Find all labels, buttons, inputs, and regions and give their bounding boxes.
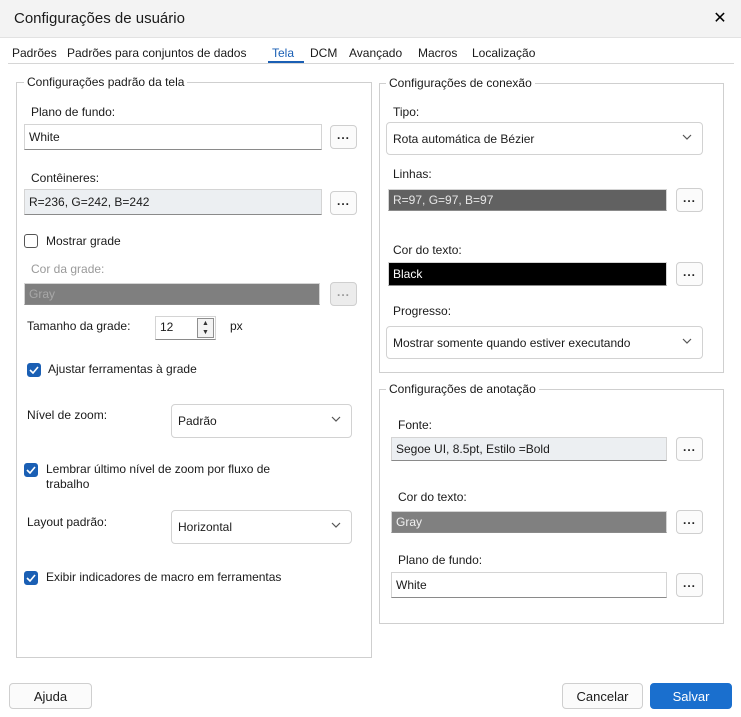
tab-macros[interactable]: Macros xyxy=(418,46,457,60)
connection-text-color-value: Black xyxy=(393,267,423,281)
tab-avancado[interactable]: Avançado xyxy=(349,46,402,60)
window-title: Configurações de usuário xyxy=(14,10,185,27)
annotation-background-value: White xyxy=(396,578,427,592)
help-button[interactable]: Ajuda xyxy=(9,683,92,709)
snap-to-grid-checkbox[interactable] xyxy=(27,363,41,377)
containers-picker-button[interactable]: ... xyxy=(330,191,357,215)
connection-type-dropdown[interactable]: Rota automática de Bézier xyxy=(386,122,703,155)
connection-text-color-label: Cor do texto: xyxy=(393,243,462,257)
tab-dcm[interactable]: DCM xyxy=(310,46,337,60)
connection-text-color-field[interactable]: Black xyxy=(388,262,667,286)
grid-size-stepper[interactable]: ▲ ▼ xyxy=(197,318,214,338)
annotation-text-color-label: Cor do texto: xyxy=(398,490,467,504)
connection-type-value: Rota automática de Bézier xyxy=(393,131,535,146)
zoom-label: Nível de zoom: xyxy=(27,408,108,422)
show-grid-checkbox[interactable] xyxy=(24,234,38,248)
layout-label: Layout padrão: xyxy=(27,515,108,529)
grid-size-unit: px xyxy=(230,319,243,333)
background-field[interactable]: White xyxy=(24,124,322,150)
lines-color-picker-button[interactable]: ... xyxy=(676,188,703,212)
chevron-down-icon xyxy=(682,134,692,140)
background-value: White xyxy=(29,130,60,144)
containers-label: Contêineres: xyxy=(31,171,100,185)
grid-size-label: Tamanho da grade: xyxy=(27,319,131,333)
grid-color-picker-button: ... xyxy=(330,282,357,306)
tab-padroes[interactable]: Padrões xyxy=(12,46,57,60)
chevron-down-icon xyxy=(331,522,341,528)
zoom-value: Padrão xyxy=(178,414,217,428)
active-tab-indicator xyxy=(268,61,304,63)
annotation-background-field[interactable]: White xyxy=(391,572,667,598)
remember-zoom-label-line1: Lembrar último nível de zoom por fluxo d… xyxy=(46,462,271,476)
stepper-up-icon[interactable]: ▲ xyxy=(198,319,213,328)
zoom-dropdown[interactable]: Padrão xyxy=(171,404,352,438)
show-grid-label: Mostrar grade xyxy=(46,234,121,248)
background-picker-button[interactable]: ... xyxy=(330,125,357,149)
tab-padroes-conjuntos[interactable]: Padrões para conjuntos de dados xyxy=(67,46,246,60)
check-icon xyxy=(29,366,39,374)
remember-zoom-label-line2: trabalho xyxy=(46,477,90,491)
annotation-text-color-picker-button[interactable]: ... xyxy=(676,510,703,534)
annotation-background-label: Plano de fundo: xyxy=(398,553,483,567)
font-value: Segoe UI, 8.5pt, Estilo =Bold xyxy=(396,442,550,456)
remember-zoom-checkbox[interactable] xyxy=(24,463,38,477)
layout-value: Horizontal xyxy=(178,520,233,534)
tabs-divider xyxy=(8,63,734,64)
chevron-down-icon xyxy=(682,338,692,344)
lines-color-value: R=97, G=97, B=97 xyxy=(393,193,494,207)
save-button[interactable]: Salvar xyxy=(650,683,732,709)
cancel-button[interactable]: Cancelar xyxy=(562,683,643,709)
grid-size-value: 12 xyxy=(160,320,174,334)
layout-dropdown[interactable]: Horizontal xyxy=(171,510,352,544)
lines-color-field[interactable]: R=97, G=97, B=97 xyxy=(388,189,667,211)
chevron-down-icon xyxy=(331,416,341,422)
connection-text-color-picker-button[interactable]: ... xyxy=(676,262,703,286)
check-icon xyxy=(26,574,36,582)
connection-settings-legend: Configurações de conexão xyxy=(386,76,535,90)
macro-indicators-label: Exibir indicadores de macro em ferrament… xyxy=(46,570,282,584)
annotation-text-color-field[interactable]: Gray xyxy=(391,511,667,533)
containers-value: R=236, G=242, B=242 xyxy=(29,195,150,209)
progress-dropdown[interactable]: Mostrar somente quando estiver executand… xyxy=(386,326,703,359)
grid-color-label: Cor da grade: xyxy=(31,262,105,276)
font-field[interactable]: Segoe UI, 8.5pt, Estilo =Bold xyxy=(391,437,667,461)
macro-indicators-checkbox[interactable] xyxy=(24,571,38,585)
tab-tela[interactable]: Tela xyxy=(272,46,294,60)
grid-color-value: Gray xyxy=(29,287,56,301)
annotation-text-color-value: Gray xyxy=(396,515,423,529)
progress-value: Mostrar somente quando estiver executand… xyxy=(393,335,631,350)
snap-to-grid-label: Ajustar ferramentas à grade xyxy=(48,362,197,376)
annotation-settings-legend: Configurações de anotação xyxy=(386,382,539,396)
lines-label: Linhas: xyxy=(393,167,432,181)
tab-localizacao[interactable]: Localização xyxy=(472,46,535,60)
screen-settings-legend: Configurações padrão da tela xyxy=(24,75,188,89)
stepper-down-icon[interactable]: ▼ xyxy=(198,328,213,337)
progress-label: Progresso: xyxy=(393,304,452,318)
grid-color-field: Gray xyxy=(24,283,320,305)
grid-size-spinner[interactable]: 12 ▲ ▼ xyxy=(155,316,216,340)
containers-field[interactable]: R=236, G=242, B=242 xyxy=(24,189,322,215)
check-icon xyxy=(26,466,36,474)
background-label: Plano de fundo: xyxy=(31,105,116,119)
connection-type-label: Tipo: xyxy=(393,105,420,119)
font-picker-button[interactable]: ... xyxy=(676,437,703,461)
close-icon[interactable]: ✕ xyxy=(708,6,732,30)
font-label: Fonte: xyxy=(398,418,433,432)
annotation-background-picker-button[interactable]: ... xyxy=(676,573,703,597)
